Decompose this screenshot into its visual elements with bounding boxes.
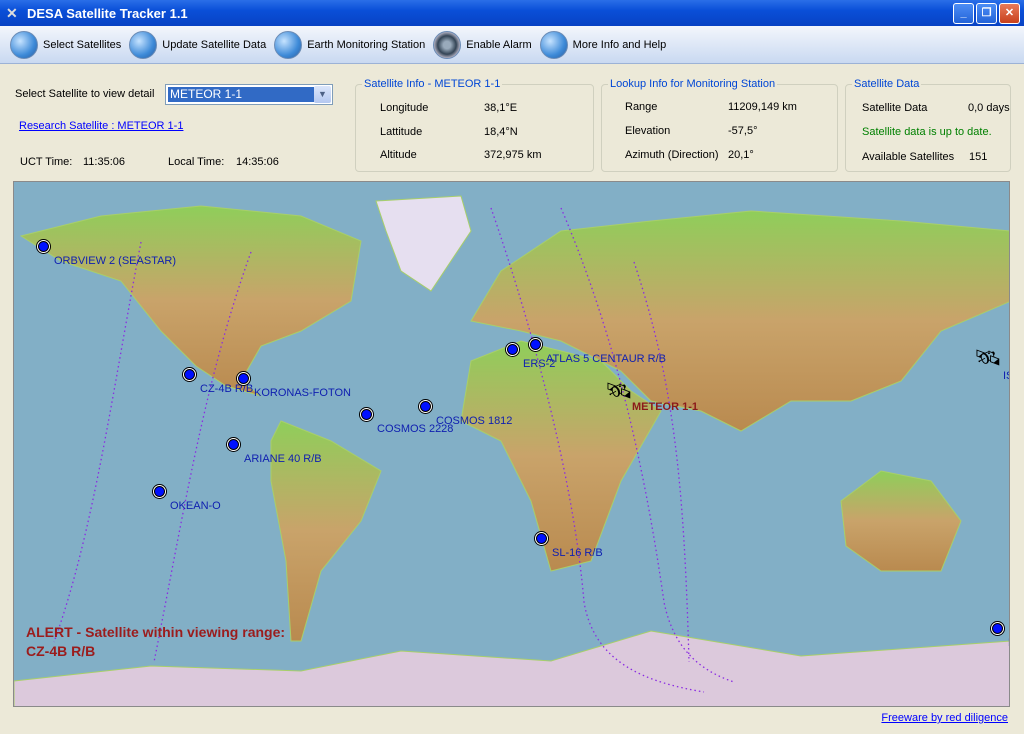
- group-title: Satellite Data: [852, 78, 922, 90]
- range-value: 11209,149 km: [728, 101, 797, 113]
- freeware-link[interactable]: Freeware by red diligence: [881, 712, 1008, 724]
- toolbar: Select Satellites Update Satellite Data …: [0, 26, 1024, 64]
- close-button[interactable]: ✕: [999, 3, 1020, 24]
- satellite-data-value: 0,0 days: [968, 102, 1010, 114]
- satellite-icon: ✕: [6, 5, 18, 21]
- alert-line1: ALERT - Satellite within viewing range:: [26, 624, 286, 640]
- available-satellites-label: Available Satellites: [862, 151, 955, 163]
- elevation-value: -57,5°: [728, 125, 758, 137]
- azimuth-value: 20,1°: [728, 149, 754, 161]
- select-satellites-button[interactable]: Select Satellites: [10, 30, 121, 59]
- speaker-icon: [433, 30, 462, 59]
- update-satellite-data-button[interactable]: Update Satellite Data: [129, 30, 266, 59]
- satellite-marker[interactable]: [992, 623, 1003, 634]
- latitude-value: 18,4°N: [484, 126, 518, 138]
- satellite-data-label: Satellite Data: [862, 102, 928, 114]
- iss-label: IS: [1003, 370, 1009, 382]
- uct-time-label: UCT Time:: [20, 156, 73, 168]
- earth-monitoring-station-button[interactable]: Earth Monitoring Station: [274, 30, 425, 59]
- satellite-marker[interactable]: [420, 401, 431, 412]
- uct-time-value: 11:35:06: [83, 156, 126, 168]
- satellite-label: OKEAN-O: [170, 500, 221, 512]
- satellite-marker[interactable]: [154, 486, 165, 497]
- lookup-info-group: Lookup Info for Monitoring Station Range…: [601, 78, 838, 172]
- greenland: [375, 195, 472, 292]
- satellite-marker[interactable]: [38, 241, 49, 252]
- altitude-value: 372,975 km: [484, 149, 542, 161]
- satellite-label: ARIANE 40 R/B: [244, 453, 322, 465]
- satellite-label: CZ-4B R/B: [200, 383, 254, 395]
- australia: [840, 470, 962, 572]
- satellite-marker[interactable]: [238, 373, 249, 384]
- satellite-marker[interactable]: [530, 339, 541, 350]
- help-icon: [539, 30, 568, 59]
- minimize-button[interactable]: _: [953, 3, 974, 24]
- iss-satellite-icon[interactable]: 🛰: [974, 345, 1002, 371]
- chevron-down-icon[interactable]: ▼: [314, 86, 331, 103]
- satellite-label: ATLAS 5 CENTAUR R/B: [546, 353, 667, 365]
- window-title: DESA Satellite Tracker 1.1: [27, 5, 188, 21]
- satellite-label: COSMOS 1812: [436, 415, 513, 427]
- azimuth-label: Azimuth (Direction): [625, 149, 719, 161]
- satellite-label: KORONAS-FOTON: [254, 387, 351, 399]
- research-satellite-link[interactable]: Research Satellite : METEOR 1-1: [19, 120, 183, 132]
- alert-message: ALERT - Satellite within viewing range: …: [26, 623, 285, 661]
- satellite-marker[interactable]: [507, 344, 518, 355]
- selected-value: METEOR 1-1: [168, 87, 314, 102]
- satellite-marker[interactable]: [361, 409, 372, 420]
- satellite-label: E: [1008, 637, 1009, 649]
- local-time-label: Local Time:: [168, 156, 225, 168]
- globe-icon: [10, 30, 38, 59]
- enable-alarm-button[interactable]: Enable Alarm: [433, 30, 532, 59]
- altitude-label: Altitude: [380, 149, 417, 161]
- longitude-label: Longitude: [380, 102, 429, 114]
- satellite-select[interactable]: METEOR 1-1 ▼: [165, 84, 333, 105]
- alert-line2: CZ-4B R/B: [26, 643, 96, 659]
- local-time-value: 14:35:06: [236, 156, 279, 168]
- latitude-label: Lattitude: [380, 126, 423, 138]
- elevation-label: Elevation: [625, 125, 671, 137]
- maximize-button[interactable]: ❐: [976, 3, 997, 24]
- monitor-icon: [274, 30, 303, 59]
- north-america: [19, 205, 362, 397]
- satellite-label: SL-16 R/B: [552, 547, 603, 559]
- more-info-help-button[interactable]: More Info and Help: [539, 30, 666, 59]
- globe-folder-icon: [129, 30, 158, 59]
- world-map[interactable]: ORBVIEW 2 (SEASTAR) CZ-4B R/B KORONAS-FOTO…: [13, 181, 1010, 707]
- group-title: Lookup Info for Monitoring Station: [608, 78, 778, 90]
- satellite-marker[interactable]: [184, 369, 195, 380]
- satellite-label: ORBVIEW 2 (SEASTAR): [54, 255, 177, 267]
- selected-satellite-label: METEOR 1-1: [632, 401, 699, 413]
- available-satellites-value: 151: [969, 151, 988, 163]
- selector-label: Select Satellite to view detail: [15, 88, 155, 100]
- title-bar: ✕ DESA Satellite Tracker 1.1 _ ❐ ✕: [0, 0, 1024, 26]
- data-status: Satellite data is up to date.: [862, 126, 992, 138]
- range-label: Range: [625, 101, 658, 113]
- group-title: Satellite Info - METEOR 1-1: [362, 78, 503, 90]
- meteor-satellite-icon[interactable]: 🛰: [605, 378, 633, 404]
- satellite-marker[interactable]: [536, 533, 547, 544]
- satellite-data-group: Satellite Data Satellite Data 0,0 days S…: [845, 78, 1011, 172]
- satellite-info-group: Satellite Info - METEOR 1-1 Longitude 38…: [355, 78, 594, 172]
- longitude-value: 38,1°E: [484, 102, 518, 114]
- satellite-marker[interactable]: [228, 439, 239, 450]
